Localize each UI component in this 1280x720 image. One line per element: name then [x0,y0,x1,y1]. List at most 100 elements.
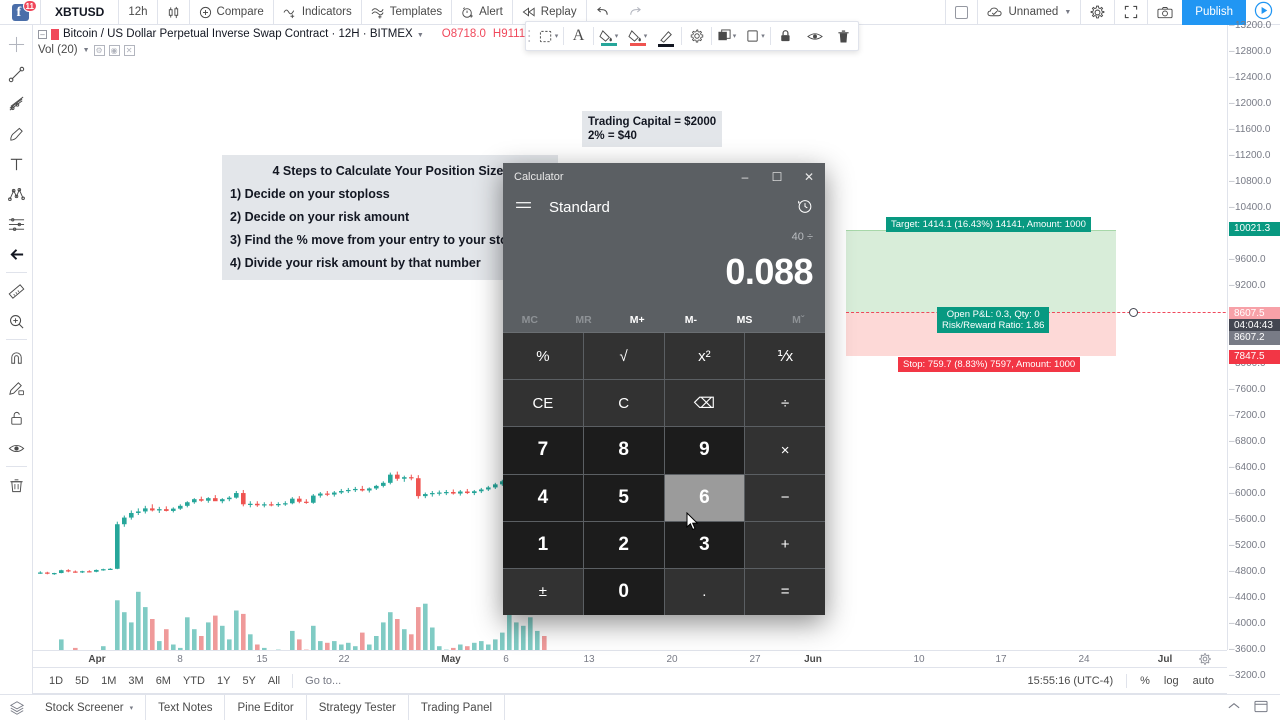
pnl-label[interactable]: Open P&L: 0.3, Qty: 0 Risk/Reward Ratio:… [937,307,1050,333]
calc-key-6[interactable]: 6 [664,474,745,521]
bottom-tab-stock-screener[interactable]: Stock Screener ▾ [33,694,147,720]
toolbar-drag-grip[interactable] [526,21,534,51]
calc-key-4[interactable]: 4 [503,474,583,521]
bottom-tab-strategy-tester[interactable]: Strategy Tester [307,694,409,720]
memory-m--button[interactable]: M- [664,314,718,326]
calc-key-√[interactable]: √ [583,333,664,380]
position-target-zone[interactable] [846,230,1116,313]
arrow-marker-icon[interactable] [0,239,33,269]
memory-m+-button[interactable]: M+ [610,314,664,326]
range-ytd[interactable]: YTD [177,675,211,687]
hide-drawings-icon[interactable] [0,433,33,463]
price-badge[interactable]: 8607.2 [1229,331,1280,345]
calc-key-0[interactable]: 0 [583,568,664,615]
layout-select-button[interactable] [946,0,977,25]
minimize-button[interactable]: – [729,163,761,191]
position-drag-handle[interactable] [1129,308,1138,317]
calc-key-%[interactable]: % [503,333,583,380]
delete-trash-icon[interactable] [829,21,858,51]
range-all[interactable]: All [262,675,286,687]
layers-order-icon[interactable]: ▾ [712,21,741,51]
text-tool-icon[interactable] [0,149,33,179]
calc-key-+[interactable]: + [745,521,825,568]
app-logo[interactable]: 11 [0,0,40,25]
fill-color-red-icon[interactable]: ▾ [623,21,652,51]
hamburger-icon[interactable] [515,199,532,215]
calc-key-7[interactable]: 7 [503,427,583,474]
time-scale-settings-icon[interactable] [1199,653,1211,668]
history-clock-icon[interactable] [797,198,813,217]
lock-drawings-icon[interactable] [0,403,33,433]
crosshair-icon[interactable] [0,29,33,59]
alert-button[interactable]: Alert [452,0,512,25]
measure-ruler-icon[interactable] [0,276,33,306]
calc-key-÷[interactable]: ÷ [745,380,825,427]
patterns-icon[interactable] [0,179,33,209]
chevron-up-icon[interactable] [1227,701,1241,714]
range-3m[interactable]: 3M [122,675,149,687]
range-5y[interactable]: 5Y [236,675,261,687]
goto-date-button[interactable]: Go to... [299,675,347,687]
calc-key-−[interactable]: − [745,474,825,521]
range-6m[interactable]: 6M [150,675,177,687]
symbol-button[interactable]: XBTUSD [41,0,118,25]
visibility-eye-icon[interactable] [800,21,829,51]
forecast-tool-icon[interactable] [0,209,33,239]
font-icon[interactable]: A [564,21,593,51]
zoom-in-icon[interactable] [0,306,33,336]
chart-style-button[interactable] [158,0,189,25]
calc-key-x²[interactable]: x² [664,333,745,380]
bottom-tab-text-notes[interactable]: Text Notes [146,694,226,720]
note-trading-capital[interactable]: Trading Capital = $2000 2% = $40 [582,111,723,147]
panel-toggle-icon[interactable] [1254,700,1268,716]
range-1m[interactable]: 1M [95,675,122,687]
clone-icon[interactable]: ▾ [741,21,770,51]
calc-key-3[interactable]: 3 [664,521,745,568]
indicators-button[interactable]: Indicators [274,0,361,25]
templates-button[interactable]: Templates [362,0,451,25]
calculator-titlebar[interactable]: Calculator – ☐ ✕ [503,163,825,191]
calculator-window[interactable]: Calculator – ☐ ✕ Standard 40 ÷ 0.088 MC M… [503,163,825,615]
calc-key-1[interactable]: 1 [503,521,583,568]
calc-key-CE[interactable]: CE [503,380,583,427]
calc-key-C[interactable]: C [583,380,664,427]
calc-key-.[interactable]: . [664,568,745,615]
calc-key-2[interactable]: 2 [583,521,664,568]
saved-layout-button[interactable]: Unnamed ▼ [978,0,1080,25]
calc-key-8[interactable]: 8 [583,427,664,474]
line-color-icon[interactable] [652,21,681,51]
calc-key-⌫[interactable]: ⌫ [664,380,745,427]
lock-icon[interactable] [771,21,800,51]
range-1d[interactable]: 1D [43,675,69,687]
range-5d[interactable]: 5D [69,675,95,687]
snapshot-button[interactable] [1148,0,1182,25]
calc-key-×[interactable]: × [745,427,825,474]
auto-scale-button[interactable]: auto [1186,675,1221,687]
remove-drawings-icon[interactable] [0,470,33,500]
brush-icon[interactable] [0,119,33,149]
bottom-tab-pine-editor[interactable]: Pine Editor [225,694,307,720]
time-scale[interactable]: Apr 8 15 22 May 6 13 20 27 Jun 10 17 24 Jul [33,650,1227,668]
watchlist-layers-button[interactable] [0,700,33,716]
range-1y[interactable]: 1Y [211,675,236,687]
drawing-mode-icon[interactable] [0,373,33,403]
log-scale-button[interactable]: log [1157,675,1186,687]
stop-label[interactable]: Stop: 759.7 (8.83%) 7597, Amount: 1000 [898,357,1081,372]
calc-key-⅟x[interactable]: ⅟x [745,333,825,380]
price-badge[interactable]: 10021.3 [1229,222,1280,236]
calc-key-5[interactable]: 5 [583,474,664,521]
calc-key-±[interactable]: ± [503,568,583,615]
price-scale[interactable]: 13200.0 12800.0 12400.0 12000.0 11600.0 11200… [1227,20,1280,707]
fullscreen-button[interactable] [1115,0,1147,25]
close-button[interactable]: ✕ [793,163,825,191]
fill-color-green-icon[interactable]: ▾ [594,21,623,51]
trend-line-icon[interactable] [0,59,33,89]
target-label[interactable]: Target: 1414.1 (16.43%) 14141, Amount: 1… [886,217,1091,232]
fib-tools-icon[interactable] [0,89,33,119]
compare-button[interactable]: Compare [190,0,273,25]
floating-drawing-toolbar[interactable]: ▾ A ▾ ▾ ▾ ▾ [525,21,859,51]
bottom-tab-trading-panel[interactable]: Trading Panel [409,694,506,720]
settings-gear-icon[interactable] [682,21,711,51]
memory-ms-button[interactable]: MS [718,314,772,326]
calc-key-9[interactable]: 9 [664,427,745,474]
